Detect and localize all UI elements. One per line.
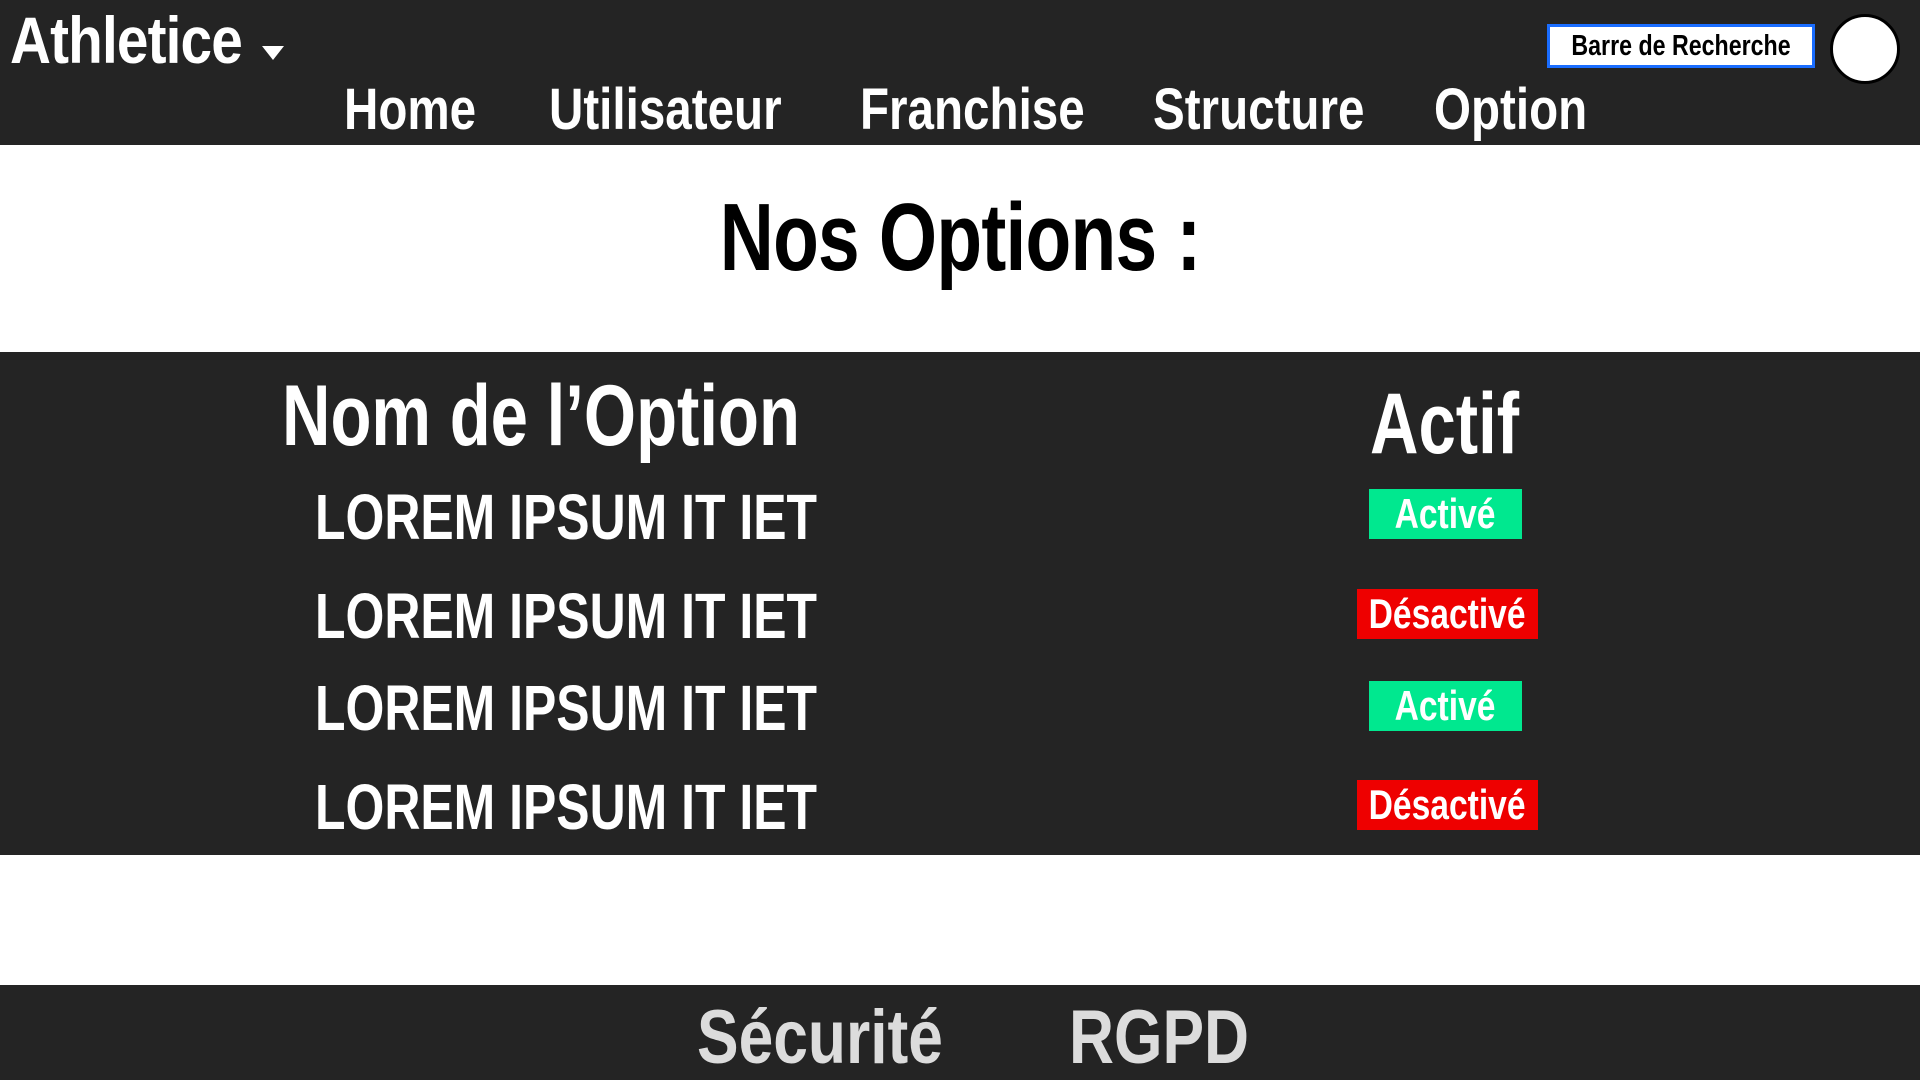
status-badge-label: Activé bbox=[1395, 682, 1496, 729]
brand-name[interactable]: Athletice bbox=[10, 2, 243, 78]
footer: Sécurité RGPD bbox=[0, 985, 1920, 1080]
brand[interactable]: Athletice bbox=[10, 0, 280, 80]
table-row-name: LOREM IPSUM IT IET bbox=[315, 771, 817, 843]
nav-item-franchise[interactable]: Franchise bbox=[860, 75, 1085, 145]
footer-link-rgpd[interactable]: RGPD bbox=[1069, 993, 1249, 1083]
search-label: Barre de Recherche bbox=[1571, 29, 1791, 62]
nav-item-utilisateur[interactable]: Utilisateur bbox=[549, 75, 782, 145]
status-badge-label: Désactivé bbox=[1369, 781, 1526, 828]
footer-link-securite[interactable]: Sécurité bbox=[697, 993, 943, 1083]
status-badge-label: Activé bbox=[1395, 490, 1496, 537]
nav-item-structure[interactable]: Structure bbox=[1153, 75, 1364, 145]
status-badge[interactable]: Activé bbox=[1369, 681, 1522, 731]
table-row-name: LOREM IPSUM IT IET bbox=[315, 580, 817, 652]
nav-item-option[interactable]: Option bbox=[1434, 75, 1587, 145]
page-title-text: Nos Options : bbox=[719, 184, 1201, 291]
main-nav: Home Utilisateur Franchise Structure Opt… bbox=[0, 75, 1920, 145]
status-badge-label: Désactivé bbox=[1369, 590, 1526, 637]
status-badge[interactable]: Désactivé bbox=[1357, 780, 1538, 830]
table-row-name: LOREM IPSUM IT IET bbox=[315, 481, 817, 553]
column-header-active: Actif bbox=[1370, 376, 1520, 472]
status-badge[interactable]: Désactivé bbox=[1357, 589, 1538, 639]
top-header: Athletice Barre de Recherche Home Utilis… bbox=[0, 0, 1920, 145]
nav-item-home[interactable]: Home bbox=[344, 75, 476, 145]
status-badge[interactable]: Activé bbox=[1369, 489, 1522, 539]
avatar[interactable] bbox=[1830, 14, 1900, 84]
page-title: Nos Options : bbox=[0, 178, 1920, 298]
table-row-name: LOREM IPSUM IT IET bbox=[315, 672, 817, 744]
column-header-name: Nom de l’Option bbox=[282, 368, 800, 464]
chevron-down-icon[interactable] bbox=[262, 46, 284, 60]
options-table: Nom de l’Option Actif LOREM IPSUM IT IET… bbox=[0, 352, 1920, 855]
search-input[interactable]: Barre de Recherche bbox=[1547, 24, 1815, 68]
